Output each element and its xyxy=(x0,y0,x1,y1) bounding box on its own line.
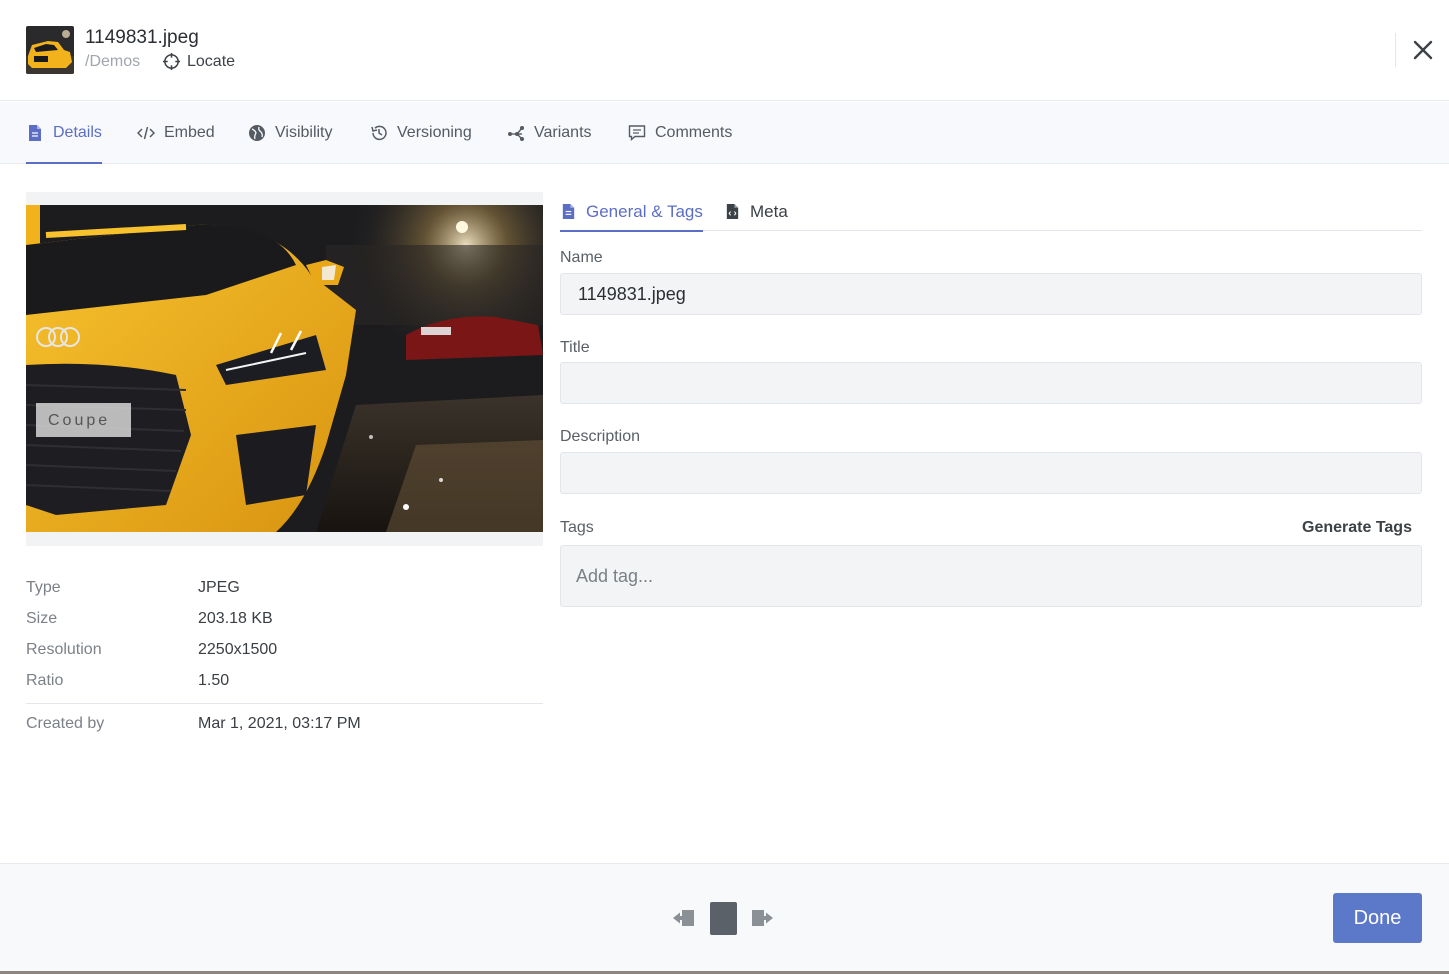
description-label: Description xyxy=(560,428,641,445)
tags-input[interactable] xyxy=(560,545,1422,607)
subtab-general-tags[interactable]: General & Tags xyxy=(560,192,703,232)
title-input[interactable] xyxy=(560,362,1422,404)
name-label: Name xyxy=(560,249,603,266)
crosshair-icon xyxy=(162,52,181,71)
file-name-title: 1149831.jpeg xyxy=(85,27,199,48)
created-by-value: Mar 1, 2021, 03:17 PM xyxy=(198,715,361,732)
comment-icon xyxy=(628,125,646,142)
tab-embed-label: Embed xyxy=(164,124,215,141)
tab-details-label: Details xyxy=(53,124,102,141)
subtab-meta-label: Meta xyxy=(750,201,788,221)
code-icon xyxy=(137,126,155,140)
done-button[interactable]: Done xyxy=(1333,893,1422,943)
modal-header: 1149831.jpeg /Demos Locate xyxy=(0,0,1449,101)
tab-versioning-label: Versioning xyxy=(397,124,472,141)
asset-preview-image: Coupe xyxy=(26,205,543,532)
document-icon xyxy=(29,125,41,141)
type-label: Type xyxy=(26,579,61,596)
info-divider xyxy=(26,703,543,704)
next-asset-icon[interactable] xyxy=(750,906,774,930)
generate-tags-button[interactable]: Generate Tags xyxy=(1302,519,1412,537)
name-input[interactable] xyxy=(560,273,1422,315)
tab-variants[interactable]: Variants xyxy=(507,102,592,164)
header-divider xyxy=(1395,33,1396,67)
current-asset-indicator[interactable] xyxy=(710,902,737,935)
document-icon xyxy=(562,203,575,220)
tab-visibility[interactable]: Visibility xyxy=(248,102,333,164)
variants-icon xyxy=(508,126,524,141)
tab-comments-label: Comments xyxy=(655,124,733,141)
ratio-label: Ratio xyxy=(26,672,64,689)
locate-label: Locate xyxy=(187,52,236,70)
tab-variants-label: Variants xyxy=(534,124,592,141)
title-label: Title xyxy=(560,339,590,356)
tab-visibility-label: Visibility xyxy=(275,124,333,141)
tab-embed[interactable]: Embed xyxy=(137,102,215,164)
size-value: 203.18 KB xyxy=(198,610,273,627)
tags-label: Tags xyxy=(560,519,594,536)
file-thumbnail xyxy=(26,26,74,74)
description-input[interactable] xyxy=(560,452,1422,494)
tab-versioning[interactable]: Versioning xyxy=(370,102,472,164)
tab-details[interactable]: Details xyxy=(26,102,102,164)
tab-comments[interactable]: Comments xyxy=(628,102,732,164)
size-label: Size xyxy=(26,610,58,627)
details-tabs: Details Embed Visibility Versioning Vari… xyxy=(0,102,1449,164)
svg-text:Coupe: Coupe xyxy=(48,412,110,429)
close-icon xyxy=(1413,40,1433,60)
previous-asset-icon[interactable] xyxy=(672,906,696,930)
code-file-icon xyxy=(726,203,739,220)
close-button[interactable] xyxy=(1410,37,1436,63)
locate-button[interactable]: Locate xyxy=(162,52,235,71)
asset-details-modal: 1149831.jpeg /Demos Locate Details Embed… xyxy=(0,0,1449,974)
folder-path[interactable]: /Demos xyxy=(85,53,140,71)
resolution-label: Resolution xyxy=(26,641,102,658)
resolution-value: 2250x1500 xyxy=(198,641,278,658)
ratio-value: 1.50 xyxy=(198,672,230,689)
type-value: JPEG xyxy=(198,579,240,596)
subtab-meta[interactable]: Meta xyxy=(724,192,788,231)
globe-icon xyxy=(249,125,265,141)
panel-subtabs: General & Tags Meta xyxy=(560,192,1422,232)
history-icon xyxy=(371,125,387,141)
created-by-label: Created by xyxy=(26,715,105,732)
subtab-general-tags-label: General & Tags xyxy=(586,201,703,221)
